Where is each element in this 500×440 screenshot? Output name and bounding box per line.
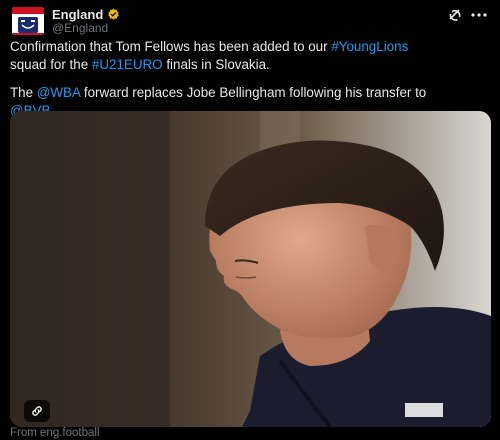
name-row: England xyxy=(52,6,120,22)
avatar[interactable] xyxy=(12,7,44,35)
text-segment: finals in Slovakia. xyxy=(162,57,270,72)
post-paragraph-1: Confirmation that Tom Fellows has been a… xyxy=(10,38,488,74)
link-icon xyxy=(24,400,50,422)
verified-badge-icon xyxy=(107,8,120,21)
link-card-image[interactable] xyxy=(10,111,491,427)
post[interactable]: England @England Confirmation that Tom F… xyxy=(0,0,500,440)
link-source[interactable]: From eng.football xyxy=(10,427,100,439)
text-segment: Confirmation that Tom Fellows has been a… xyxy=(10,39,332,54)
text-segment: squad for the xyxy=(10,57,92,72)
post-text: Confirmation that Tom Fellows has been a… xyxy=(10,38,488,120)
grok-icon[interactable] xyxy=(447,7,463,23)
display-name[interactable]: England xyxy=(52,7,103,22)
more-options-icon[interactable] xyxy=(470,8,488,22)
text-segment: The xyxy=(10,85,37,100)
text-segment: forward replaces Jobe Bellingham followi… xyxy=(80,85,427,100)
handle[interactable]: @England xyxy=(52,21,108,35)
hashtag-younglions-link[interactable]: #YoungLions xyxy=(331,39,408,54)
post-header: England @England xyxy=(10,6,490,35)
hashtag-u21euro-link[interactable]: #U21EURO xyxy=(92,57,163,72)
mention-wba-link[interactable]: @WBA xyxy=(37,85,80,100)
